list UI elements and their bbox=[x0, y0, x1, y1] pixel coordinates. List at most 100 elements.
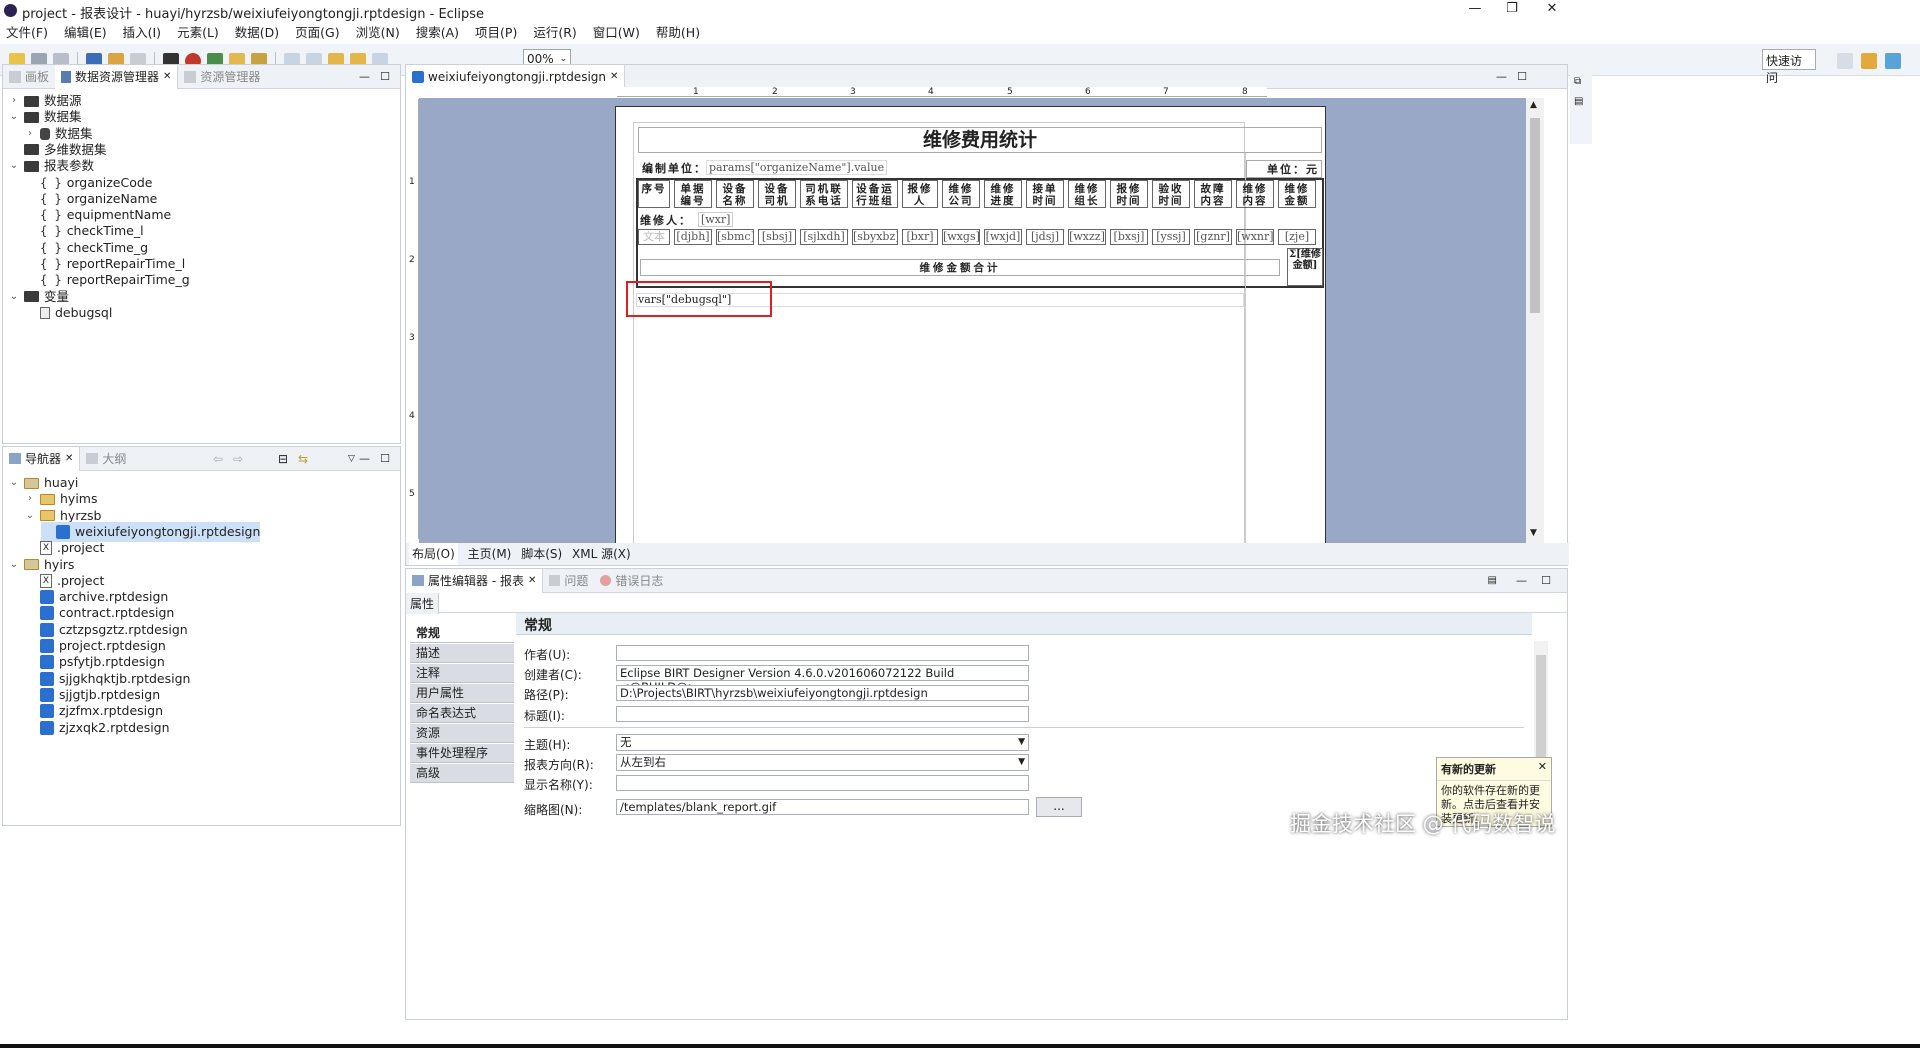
header-cell[interactable]: 报修 时间 bbox=[1110, 180, 1148, 208]
close-tab-icon[interactable]: ✕ bbox=[528, 569, 536, 593]
section-general[interactable]: 常规 bbox=[410, 624, 514, 643]
menu-navigate[interactable]: 浏览(N) bbox=[356, 22, 400, 44]
repairer-value[interactable]: [wxr] bbox=[698, 212, 734, 227]
header-cell[interactable]: 设备 名称 bbox=[716, 180, 754, 208]
total-value[interactable]: Σ[维修金额] bbox=[1287, 248, 1323, 286]
direction-select[interactable]: 从左到右 ▼ bbox=[616, 754, 1029, 771]
tree-item[interactable]: debugsql bbox=[25, 303, 112, 323]
theme-select[interactable]: 无 ▼ bbox=[616, 734, 1029, 751]
back-icon[interactable]: ⇦ bbox=[213, 452, 223, 466]
scroll-down-icon[interactable]: ▼ bbox=[1530, 528, 1537, 538]
header-cell[interactable]: 报修 人 bbox=[902, 180, 938, 208]
vertical-scrollbar[interactable]: ▲ ▼ bbox=[1526, 98, 1544, 543]
tab-properties[interactable]: 属性 bbox=[406, 593, 440, 614]
report-design-perspective-icon[interactable] bbox=[1861, 53, 1877, 69]
section-advanced[interactable]: 高级 bbox=[410, 764, 514, 783]
detail-cell[interactable]: [zje] bbox=[1278, 229, 1316, 245]
section-comments[interactable]: 注释 bbox=[410, 664, 514, 683]
menu-insert[interactable]: 插入(I) bbox=[123, 22, 161, 44]
maximize-panel-icon[interactable]: ☐ bbox=[380, 70, 390, 83]
minimize-panel-icon[interactable]: — bbox=[1516, 574, 1527, 587]
menu-project[interactable]: 项目(P) bbox=[475, 22, 517, 44]
report-title[interactable]: 维修费用统计 bbox=[638, 127, 1322, 153]
menu-window[interactable]: 窗口(W) bbox=[593, 22, 640, 44]
detail-cell[interactable]: [wxjd] bbox=[984, 229, 1022, 245]
maximize-panel-icon[interactable]: ☐ bbox=[380, 452, 390, 465]
header-cell[interactable]: 维修 金额 bbox=[1278, 180, 1316, 208]
menu-page[interactable]: 页面(G) bbox=[295, 22, 339, 44]
tab-palette[interactable]: 画板 bbox=[3, 65, 55, 89]
java-perspective-icon[interactable] bbox=[1885, 53, 1901, 69]
header-cell[interactable]: 设备 司机 bbox=[758, 180, 796, 208]
detail-cell[interactable]: [wxzz] bbox=[1068, 229, 1106, 245]
unit-value[interactable]: params["organizeName"].value bbox=[706, 160, 888, 175]
detail-cell[interactable]: [sbsj] bbox=[758, 229, 796, 245]
maximize-panel-icon[interactable]: ☐ bbox=[1541, 574, 1551, 587]
tab-problems[interactable]: 问题 bbox=[543, 569, 594, 593]
tab-layout[interactable]: 布局(O) bbox=[409, 543, 458, 565]
section-resources[interactable]: 资源 bbox=[410, 724, 514, 743]
author-input[interactable] bbox=[616, 645, 1029, 661]
view-menu-icon[interactable]: ▤ bbox=[1488, 575, 1497, 586]
tab-property-editor[interactable]: 属性编辑器 - 报表 ✕ bbox=[406, 568, 544, 593]
view-menu-icon[interactable]: ▽ bbox=[348, 454, 355, 464]
menu-file[interactable]: 文件(F) bbox=[6, 22, 48, 44]
section-user-properties[interactable]: 用户属性 bbox=[410, 684, 514, 703]
tab-script[interactable]: 脚本(S) bbox=[521, 547, 562, 561]
tree-item[interactable]: zjzxqk2.rptdesign bbox=[25, 718, 170, 738]
menu-data[interactable]: 数据(D) bbox=[235, 22, 279, 44]
tab-data-explorer[interactable]: 数据资源管理器 ✕ bbox=[55, 64, 179, 89]
tab-navigator[interactable]: 导航器 ✕ bbox=[3, 446, 81, 471]
expand-chevron-icon[interactable]: ⌄ bbox=[9, 555, 19, 575]
menu-run[interactable]: 运行(R) bbox=[533, 22, 576, 44]
open-perspective-icon[interactable] bbox=[1837, 53, 1853, 69]
section-named-expressions[interactable]: 命名表达式 bbox=[410, 704, 514, 723]
detail-cell[interactable]: [bxsj] bbox=[1110, 229, 1148, 245]
title-input[interactable] bbox=[616, 706, 1029, 722]
menu-element[interactable]: 元素(L) bbox=[177, 22, 219, 44]
expand-chevron-icon[interactable]: ⌄ bbox=[9, 287, 19, 307]
header-cell[interactable]: 设备运 行班组 bbox=[852, 180, 898, 208]
tab-error-log[interactable]: 错误日志 bbox=[594, 569, 669, 593]
close-tab-icon[interactable]: ✕ bbox=[65, 447, 73, 471]
expand-chevron-icon[interactable]: ⌄ bbox=[9, 473, 19, 493]
minimize-editor-icon[interactable]: — bbox=[1496, 70, 1507, 83]
path-input[interactable]: D:\Projects\BIRT\hyrzsb\weixiufeiyongton… bbox=[616, 685, 1029, 701]
repairer-label[interactable]: 维修人： bbox=[640, 212, 692, 228]
expand-chevron-icon[interactable]: ⌄ bbox=[9, 156, 19, 176]
scroll-thumb[interactable] bbox=[1530, 118, 1540, 313]
minimize-icon[interactable]: — bbox=[1460, 1, 1490, 16]
unit-right[interactable]: 单位：元 bbox=[1246, 160, 1322, 178]
detail-cell[interactable]: [sbmc] bbox=[716, 229, 754, 245]
menu-help[interactable]: 帮助(H) bbox=[656, 22, 700, 44]
header-cell[interactable]: 维修 公司 bbox=[942, 180, 980, 208]
menu-search[interactable]: 搜索(A) bbox=[416, 22, 459, 44]
quick-access-field[interactable]: 快速访问 bbox=[1762, 49, 1816, 85]
maximize-icon[interactable]: ❐ bbox=[1497, 1, 1527, 16]
tab-master-page[interactable]: 主页(M) bbox=[468, 547, 512, 561]
header-cell[interactable]: 维修 内容 bbox=[1236, 180, 1274, 208]
restore-icon[interactable]: ⧉ bbox=[1574, 76, 1581, 87]
unit-label[interactable]: 编制单位： bbox=[642, 160, 707, 176]
minimize-panel-icon[interactable]: — bbox=[359, 70, 370, 83]
detail-cell[interactable]: [sbyxbz] bbox=[852, 229, 898, 245]
expand-chevron-icon[interactable]: ⌄ bbox=[25, 506, 35, 526]
header-cell[interactable]: 单据 编号 bbox=[674, 180, 712, 208]
close-icon[interactable]: ✕ bbox=[1537, 1, 1567, 16]
close-tab-icon[interactable]: ✕ bbox=[610, 65, 618, 89]
detail-cell[interactable]: [gznr] bbox=[1194, 229, 1232, 245]
minimize-panel-icon[interactable]: — bbox=[359, 452, 370, 465]
browse-button[interactable]: ... bbox=[1036, 797, 1082, 817]
detail-cell[interactable]: 文本 bbox=[638, 229, 670, 245]
close-tab-icon[interactable]: ✕ bbox=[163, 65, 171, 89]
display-name-input[interactable] bbox=[616, 775, 1029, 791]
header-cell[interactable]: 故障 内容 bbox=[1194, 180, 1232, 208]
section-event-handler[interactable]: 事件处理程序 bbox=[410, 744, 514, 763]
tab-resource-explorer[interactable]: 资源管理器 bbox=[178, 65, 266, 89]
detail-cell[interactable]: [sjlxdh] bbox=[800, 229, 848, 245]
link-editor-icon[interactable]: ⇆ bbox=[298, 452, 308, 466]
header-cell[interactable]: 接单 时间 bbox=[1026, 180, 1064, 208]
detail-cell[interactable]: [jdsj] bbox=[1026, 229, 1064, 245]
collapse-all-icon[interactable]: ⊟ bbox=[278, 452, 288, 466]
expand-chevron-icon[interactable]: ⌄ bbox=[9, 107, 19, 127]
